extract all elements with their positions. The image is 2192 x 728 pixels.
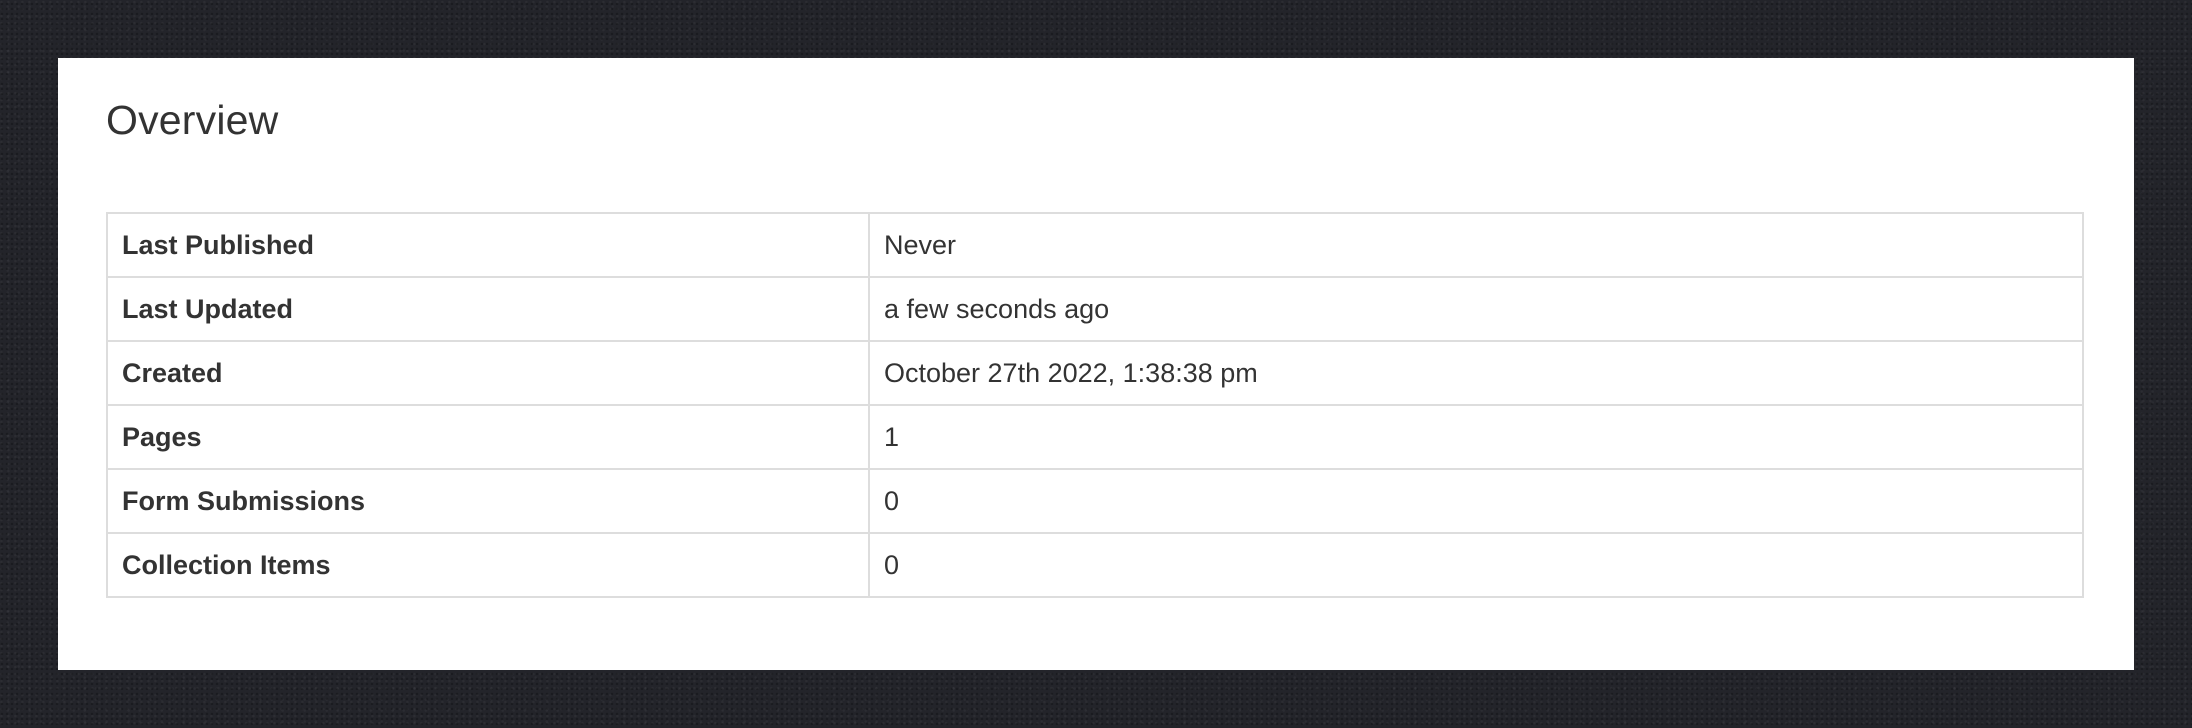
row-label: Last Updated bbox=[106, 276, 870, 342]
table-row-last-updated: Last Updated a few seconds ago bbox=[106, 276, 2084, 342]
row-label: Created bbox=[106, 340, 870, 406]
row-label: Pages bbox=[106, 404, 870, 470]
row-value: October 27th 2022, 1:38:38 pm bbox=[868, 340, 2084, 406]
row-label: Form Submissions bbox=[106, 468, 870, 534]
overview-table: Last Published Never Last Updated a few … bbox=[106, 212, 2084, 598]
row-value: Never bbox=[868, 212, 2084, 278]
row-value: 1 bbox=[868, 404, 2084, 470]
table-row-last-published: Last Published Never bbox=[106, 212, 2084, 278]
row-label: Last Published bbox=[106, 212, 870, 278]
row-label: Collection Items bbox=[106, 532, 870, 598]
overview-title: Overview bbox=[106, 97, 279, 143]
table-row-pages: Pages 1 bbox=[106, 404, 2084, 470]
table-row-collection-items: Collection Items 0 bbox=[106, 532, 2084, 598]
table-row-created: Created October 27th 2022, 1:38:38 pm bbox=[106, 340, 2084, 406]
row-value: 0 bbox=[868, 468, 2084, 534]
table-row-form-submissions: Form Submissions 0 bbox=[106, 468, 2084, 534]
row-value: a few seconds ago bbox=[868, 276, 2084, 342]
overview-card: Overview Last Published Never Last Updat… bbox=[58, 58, 2134, 670]
row-value: 0 bbox=[868, 532, 2084, 598]
